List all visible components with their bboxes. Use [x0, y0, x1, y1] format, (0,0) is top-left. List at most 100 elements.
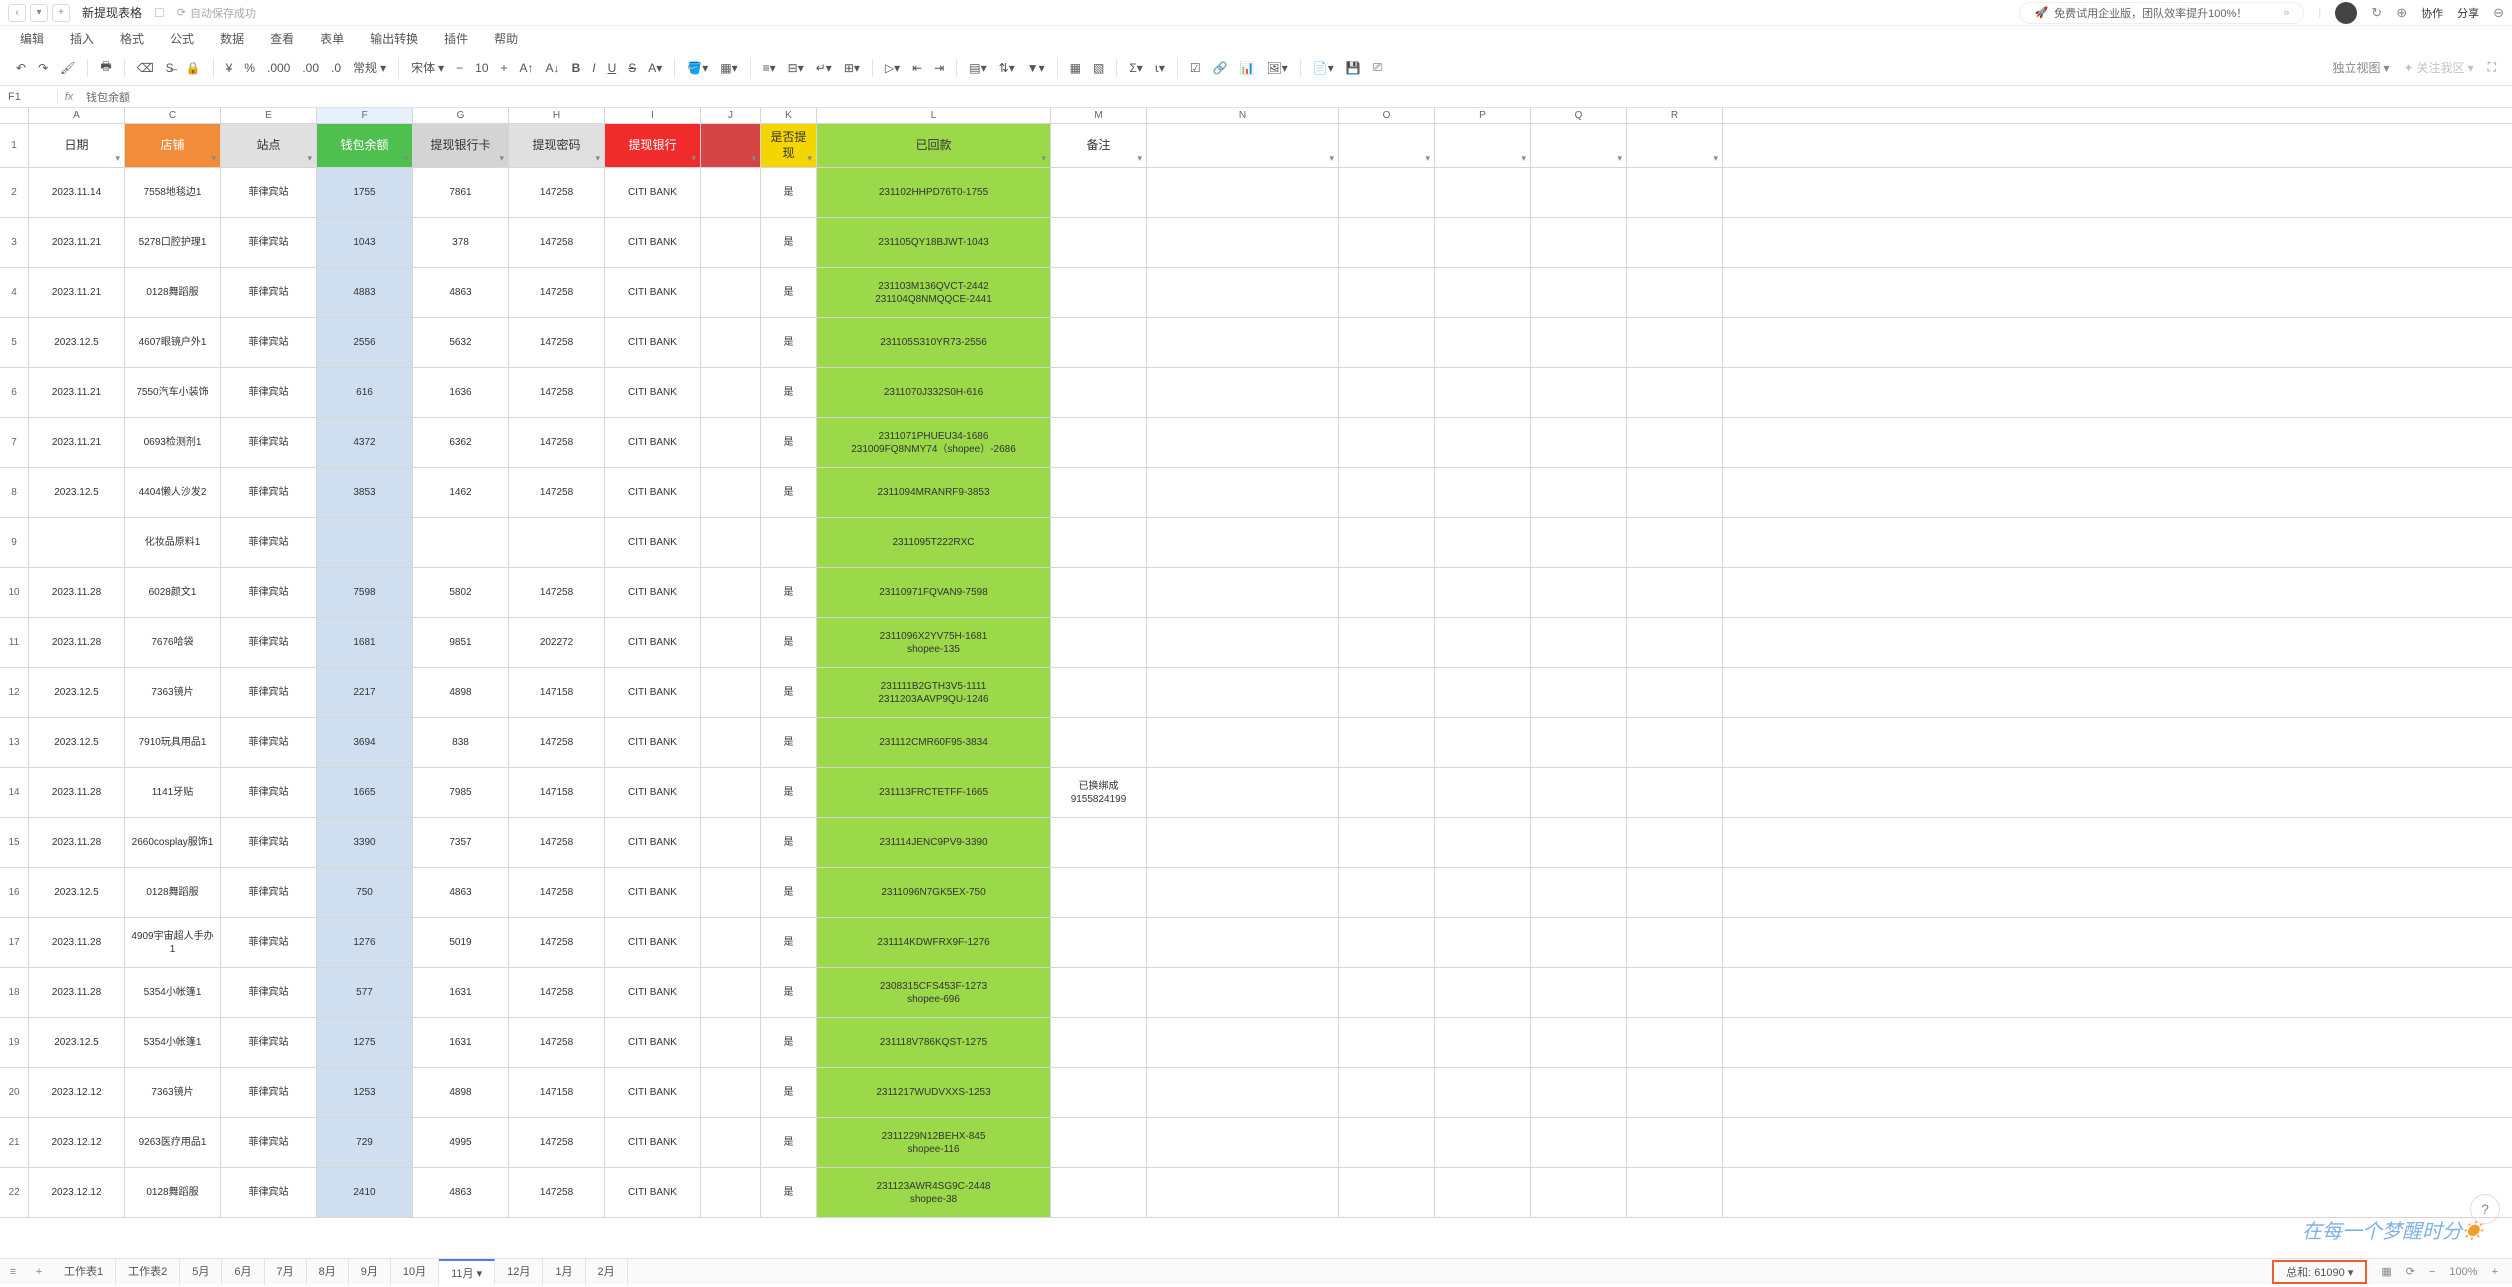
cell[interactable]: CITI BANK	[605, 518, 701, 567]
cell[interactable]	[1531, 368, 1627, 417]
cell[interactable]: 是	[761, 368, 817, 417]
cell[interactable]: 菲律宾站	[221, 818, 317, 867]
row-header[interactable]: 6	[0, 368, 29, 417]
cell[interactable]	[413, 518, 509, 567]
cell[interactable]	[701, 518, 761, 567]
cell[interactable]: 2023.12.5	[29, 1018, 125, 1067]
cell[interactable]	[1627, 918, 1723, 967]
cell[interactable]	[1147, 1068, 1339, 1117]
cell[interactable]	[1627, 568, 1723, 617]
cell[interactable]	[1627, 268, 1723, 317]
cell[interactable]: 菲律宾站	[221, 368, 317, 417]
cell[interactable]	[1531, 968, 1627, 1017]
row-header[interactable]: 20	[0, 1068, 29, 1117]
sheet-tab[interactable]: 1月	[543, 1259, 585, 1285]
lock-icon[interactable]: 🔒	[186, 61, 201, 75]
cell[interactable]: 147258	[509, 568, 605, 617]
cell[interactable]: 是	[761, 1118, 817, 1167]
row-header[interactable]: 9	[0, 518, 29, 567]
cell[interactable]	[1531, 1168, 1627, 1217]
cell[interactable]	[29, 518, 125, 567]
cell[interactable]: 2311071PHUEU34-1686 231009FQ8NMY74（shope…	[817, 418, 1051, 467]
cell[interactable]	[701, 568, 761, 617]
cell[interactable]: 1276	[317, 918, 413, 967]
cell[interactable]	[1531, 418, 1627, 467]
cell[interactable]: 616	[317, 368, 413, 417]
cell[interactable]: 是	[761, 868, 817, 917]
underline-icon[interactable]: U	[608, 61, 617, 75]
cell[interactable]	[1147, 218, 1339, 267]
cell[interactable]	[701, 768, 761, 817]
sheet-tab[interactable]: 7月	[265, 1259, 307, 1285]
history-icon[interactable]: ↻	[2371, 5, 2382, 21]
menu-insert[interactable]: 插入	[70, 30, 94, 47]
cell[interactable]: 147258	[509, 968, 605, 1017]
row-header[interactable]: 17	[0, 918, 29, 967]
row-header[interactable]: 21	[0, 1118, 29, 1167]
cell[interactable]: 4995	[413, 1118, 509, 1167]
table-icon[interactable]: ▧	[1093, 61, 1104, 75]
fx-icon[interactable]: fx	[58, 91, 80, 103]
header-cell[interactable]: 店铺	[125, 124, 221, 167]
cell[interactable]: 3853	[317, 468, 413, 517]
cell[interactable]	[1051, 468, 1147, 517]
cell[interactable]	[1051, 218, 1147, 267]
cell[interactable]: 4372	[317, 418, 413, 467]
header-cell[interactable]	[1435, 124, 1531, 167]
header-cell[interactable]: 是否提现	[761, 124, 817, 167]
sheet-tab[interactable]: 8月	[307, 1259, 349, 1285]
cell[interactable]	[1339, 418, 1435, 467]
cell[interactable]	[1147, 718, 1339, 767]
cell[interactable]	[1435, 818, 1531, 867]
cell[interactable]: 菲律宾站	[221, 1068, 317, 1117]
cell[interactable]: 3390	[317, 818, 413, 867]
header-cell[interactable]: 提现银行卡	[413, 124, 509, 167]
cell[interactable]: 2023.11.21	[29, 268, 125, 317]
cell[interactable]	[1531, 568, 1627, 617]
cell[interactable]	[1147, 968, 1339, 1017]
cell[interactable]: 菲律宾站	[221, 668, 317, 717]
cell[interactable]	[1435, 718, 1531, 767]
formula-input[interactable]: 钱包余额	[80, 89, 2512, 105]
cell[interactable]: CITI BANK	[605, 818, 701, 867]
row-header[interactable]: 11	[0, 618, 29, 667]
more-icon[interactable]: ⊖	[2493, 5, 2504, 21]
col-header-G[interactable]: G	[413, 108, 509, 123]
cell[interactable]	[1627, 318, 1723, 367]
cell[interactable]: 729	[317, 1118, 413, 1167]
cell[interactable]: 菲律宾站	[221, 618, 317, 667]
menu-data[interactable]: 数据	[220, 30, 244, 47]
cell[interactable]: 1141牙贴	[125, 768, 221, 817]
cell[interactable]: 是	[761, 968, 817, 1017]
col-header-H[interactable]: H	[509, 108, 605, 123]
link-icon[interactable]: 🔗	[1213, 61, 1228, 75]
cell[interactable]	[701, 818, 761, 867]
cell[interactable]: 是	[761, 668, 817, 717]
cell[interactable]: 4898	[413, 668, 509, 717]
cell[interactable]: CITI BANK	[605, 568, 701, 617]
row-header[interactable]: 22	[0, 1168, 29, 1217]
cell[interactable]	[1531, 618, 1627, 667]
cell[interactable]	[1339, 768, 1435, 817]
cell[interactable]	[1531, 168, 1627, 217]
cell[interactable]: 2556	[317, 318, 413, 367]
cell[interactable]: 是	[761, 618, 817, 667]
cell[interactable]	[1531, 668, 1627, 717]
sheet-tab[interactable]: 12月	[495, 1259, 543, 1285]
border-icon[interactable]: ▦▾	[720, 61, 737, 75]
cell[interactable]: 菲律宾站	[221, 418, 317, 467]
menu-formula[interactable]: 公式	[170, 30, 194, 47]
cell[interactable]: 2023.12.5	[29, 718, 125, 767]
cell[interactable]	[1531, 1068, 1627, 1117]
cell[interactable]: 是	[761, 218, 817, 267]
bookmark-icon[interactable]: ☐	[154, 6, 165, 20]
paint-icon[interactable]: 🖌	[60, 61, 75, 75]
header-cell[interactable]: 提现密码	[509, 124, 605, 167]
sheet-tab[interactable]: 9月	[349, 1259, 391, 1285]
row-header[interactable]: 10	[0, 568, 29, 617]
cell[interactable]: 147258	[509, 1018, 605, 1067]
col-header-O[interactable]: O	[1339, 108, 1435, 123]
cell[interactable]: 菲律宾站	[221, 1118, 317, 1167]
cell[interactable]: 2023.11.28	[29, 618, 125, 667]
cell[interactable]	[509, 518, 605, 567]
